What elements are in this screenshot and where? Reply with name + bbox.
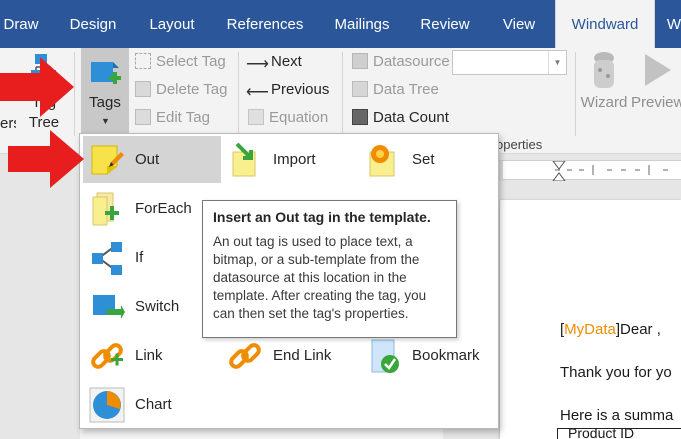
delete-tag-icon [135, 81, 151, 97]
gallery-item-end-link[interactable]: End Link [221, 332, 359, 379]
previous-label: Previous [271, 81, 330, 98]
next-label: Next [271, 53, 302, 70]
chevron-down-icon: ▼ [101, 116, 110, 126]
properties-group-label: operties [496, 137, 543, 152]
wizard-label: Wizard [580, 94, 628, 111]
gallery-item-import[interactable]: Import [221, 136, 359, 183]
gallery-item-label: Import [273, 151, 316, 168]
document-line-1: [MyData]Dear , [560, 321, 661, 338]
wizard-icon [594, 52, 614, 88]
select-tag-icon [135, 53, 151, 69]
gallery-item-if[interactable]: If [83, 234, 221, 281]
gallery-item-link[interactable]: Link [83, 332, 221, 379]
tab-mailings[interactable]: Mailings [328, 0, 396, 48]
data-count-label: Data Count [373, 109, 449, 126]
datasource-icon [352, 53, 368, 69]
select-tag-label: Select Tag [156, 53, 226, 70]
document-line-2: Thank you for yo [560, 364, 672, 381]
link-tag-icon [91, 343, 123, 369]
ribbon-separator [575, 52, 576, 136]
gallery-item-label: ForEach [135, 200, 192, 217]
ribbon-tab-bar: Draw Design Layout References Mailings R… [0, 0, 681, 48]
previous-button[interactable]: ⟵ Previous [246, 78, 329, 102]
chart-tag-icon [89, 387, 125, 423]
tooltip-body: An out tag is used to place text, a bitm… [213, 234, 427, 321]
datasource-label: Datasource [373, 53, 450, 70]
gallery-item-label: Set [412, 151, 435, 168]
delete-tag-button[interactable]: Delete Tag [135, 78, 227, 102]
equation-button[interactable]: Equation [248, 106, 328, 130]
tags-dropdown-button[interactable]: Tags ▼ [81, 48, 129, 134]
ribbon-separator [342, 52, 343, 136]
out-tag-icon [91, 145, 124, 175]
out-tag-tooltip: Insert an Out tag in the template. An ou… [202, 200, 457, 338]
arrow-pointing-tags-icon [0, 57, 74, 117]
datasource-select[interactable]: ▼ [452, 50, 567, 75]
gallery-item-label: Switch [135, 298, 180, 315]
edit-tag-button[interactable]: Edit Tag [135, 106, 210, 130]
arrow-right-icon: ⟶ [246, 56, 269, 73]
tab-partial[interactable]: W [664, 0, 681, 48]
foreach-tag-icon [92, 192, 119, 226]
gallery-item-label: Link [135, 347, 163, 364]
document-line-1-text: Dear , [620, 321, 661, 338]
preview-button[interactable]: Preview [631, 50, 681, 120]
tags-icon [91, 62, 121, 84]
tab-windward[interactable]: Windward [555, 0, 655, 48]
gallery-item-foreach[interactable]: ForEach [83, 185, 221, 232]
play-icon [645, 54, 671, 86]
delete-tag-label: Delete Tag [156, 81, 228, 98]
data-tree-icon [352, 81, 368, 97]
data-count-icon [352, 109, 368, 125]
import-tag-icon [232, 142, 256, 177]
gallery-item-bookmark[interactable]: Bookmark [360, 332, 498, 379]
data-tree-label: Data Tree [373, 81, 439, 98]
ribbon-separator [238, 52, 239, 136]
table-header-product-id: Product ID [568, 425, 635, 439]
set-tag-icon [369, 145, 395, 177]
tags-label: Tags [89, 94, 121, 111]
arrow-pointing-out-item-icon [8, 130, 84, 188]
data-tree-button[interactable]: Data Tree [352, 78, 439, 102]
document-table: Product ID [557, 425, 681, 439]
document-line-3: Here is a summa [560, 407, 674, 424]
datasource-label-button: Datasource [352, 50, 450, 74]
left-margin-area [0, 154, 80, 439]
mydata-tag[interactable]: MyData [564, 321, 616, 338]
gallery-item-set[interactable]: Set [360, 136, 498, 183]
if-tag-icon [92, 242, 122, 275]
edit-tag-icon [135, 109, 151, 125]
end-link-tag-icon [229, 343, 261, 369]
edit-tag-label: Edit Tag [156, 109, 210, 126]
gallery-item-label: Out [135, 151, 160, 168]
arrow-left-icon: ⟵ [246, 84, 269, 101]
gallery-item-label: End Link [273, 347, 332, 364]
tab-references[interactable]: References [222, 0, 308, 48]
tab-review[interactable]: Review [416, 0, 474, 48]
switch-tag-icon [93, 295, 125, 319]
equation-label: Equation [269, 109, 329, 126]
gallery-item-chart[interactable]: Chart [83, 381, 221, 428]
tooltip-title: Insert an Out tag in the template. [213, 209, 431, 225]
gallery-item-label: If [135, 249, 144, 266]
tab-design[interactable]: Design [62, 0, 124, 48]
gallery-item-switch[interactable]: Switch [83, 283, 221, 330]
chevron-down-icon: ▼ [548, 51, 566, 74]
next-button[interactable]: ⟶ Next [246, 50, 302, 74]
gallery-item-label: Chart [135, 396, 172, 413]
bookmark-tag-icon [371, 339, 399, 373]
document-page [500, 200, 681, 439]
data-count-button[interactable]: Data Count [352, 106, 449, 130]
tab-layout[interactable]: Layout [143, 0, 201, 48]
tab-view[interactable]: View [495, 0, 543, 48]
gallery-item-out[interactable]: Out [83, 136, 221, 183]
tab-draw[interactable]: Draw [0, 0, 42, 48]
gallery-item-label: Bookmark [412, 347, 480, 364]
preview-label: Preview [631, 94, 681, 111]
wizard-button[interactable]: Wizard [580, 50, 628, 120]
equation-icon [248, 109, 264, 125]
select-tag-button[interactable]: Select Tag [135, 50, 226, 74]
